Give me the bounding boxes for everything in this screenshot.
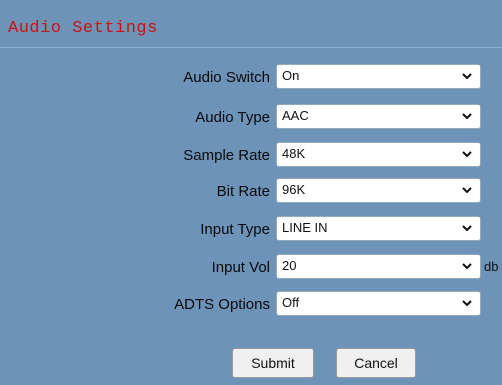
audio-switch-label: Audio Switch (183, 69, 270, 86)
audio-type-label: Audio Type (195, 109, 270, 126)
sample-rate-label: Sample Rate (183, 147, 270, 164)
chevron-down-icon (462, 225, 472, 232)
input-vol-row: Input Vol 20 db (0, 254, 502, 280)
chevron-down-icon (462, 151, 472, 158)
input-type-label: Input Type (200, 221, 270, 238)
audio-switch-value: On (282, 68, 300, 83)
bit-rate-row: Bit Rate 96K (0, 178, 502, 204)
chevron-down-icon (462, 300, 472, 307)
submit-button[interactable]: Submit (232, 348, 314, 378)
title-divider (0, 47, 502, 48)
sample-rate-row: Sample Rate 48K (0, 142, 502, 168)
sample-rate-select[interactable]: 48K (276, 142, 481, 167)
chevron-down-icon (462, 187, 472, 194)
adts-options-value: Off (282, 295, 300, 310)
panel-title: Audio Settings (8, 19, 158, 38)
chevron-down-icon (462, 73, 472, 80)
adts-options-select[interactable]: Off (276, 291, 481, 316)
audio-switch-row: Audio Switch On (0, 64, 502, 90)
input-vol-select[interactable]: 20 (276, 254, 481, 279)
input-vol-label: Input Vol (211, 259, 270, 276)
chevron-down-icon (462, 263, 472, 270)
audio-switch-select[interactable]: On (276, 64, 481, 89)
input-type-row: Input Type LINE IN (0, 216, 502, 242)
bit-rate-label: Bit Rate (216, 183, 270, 200)
bit-rate-value: 96K (282, 182, 306, 197)
cancel-button[interactable]: Cancel (336, 348, 416, 378)
adts-options-row: ADTS Options Off (0, 291, 502, 317)
audio-type-select[interactable]: AAC (276, 104, 481, 129)
input-vol-value: 20 (282, 258, 297, 273)
bit-rate-select[interactable]: 96K (276, 178, 481, 203)
input-type-select[interactable]: LINE IN (276, 216, 481, 241)
adts-options-label: ADTS Options (174, 296, 270, 313)
sample-rate-value: 48K (282, 146, 306, 161)
input-type-value: LINE IN (282, 220, 328, 235)
chevron-down-icon (462, 113, 472, 120)
audio-type-value: AAC (282, 108, 309, 123)
input-vol-unit: db (484, 259, 499, 274)
audio-type-row: Audio Type AAC (0, 104, 502, 130)
